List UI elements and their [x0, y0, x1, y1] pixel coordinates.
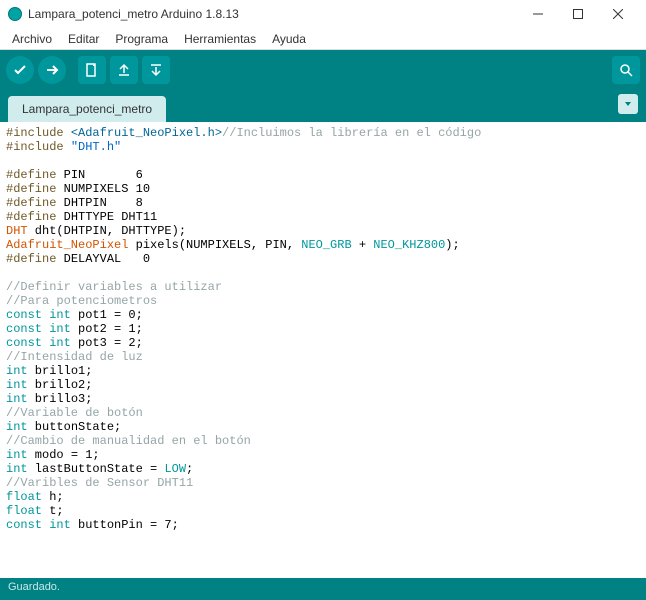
menu-editar[interactable]: Editar: [60, 30, 107, 48]
window-title: Lampara_potenci_metro Arduino 1.8.13: [28, 7, 518, 21]
open-button[interactable]: [110, 56, 138, 84]
titlebar: Lampara_potenci_metro Arduino 1.8.13: [0, 0, 646, 28]
tab-sketch[interactable]: Lampara_potenci_metro: [8, 96, 166, 122]
tab-menu-button[interactable]: [618, 94, 638, 114]
menu-programa[interactable]: Programa: [107, 30, 176, 48]
code-editor[interactable]: #include <Adafruit_NeoPixel.h>//Incluimo…: [0, 122, 646, 578]
status-text: Guardado.: [8, 581, 60, 593]
menu-ayuda[interactable]: Ayuda: [264, 30, 314, 48]
serial-monitor-button[interactable]: [612, 56, 640, 84]
minimize-button[interactable]: [518, 0, 558, 28]
upload-button[interactable]: [38, 56, 66, 84]
editor-area: #include <Adafruit_NeoPixel.h>//Incluimo…: [0, 122, 646, 578]
menu-archivo[interactable]: Archivo: [4, 30, 60, 48]
tabbar: Lampara_potenci_metro: [0, 90, 646, 122]
verify-button[interactable]: [6, 56, 34, 84]
toolbar: [0, 50, 646, 90]
save-button[interactable]: [142, 56, 170, 84]
maximize-button[interactable]: [558, 0, 598, 28]
menu-herramientas[interactable]: Herramientas: [176, 30, 264, 48]
arduino-icon: [8, 7, 22, 21]
menubar: Archivo Editar Programa Herramientas Ayu…: [0, 28, 646, 50]
new-button[interactable]: [78, 56, 106, 84]
statusbar: Guardado.: [0, 578, 646, 600]
close-button[interactable]: [598, 0, 638, 28]
